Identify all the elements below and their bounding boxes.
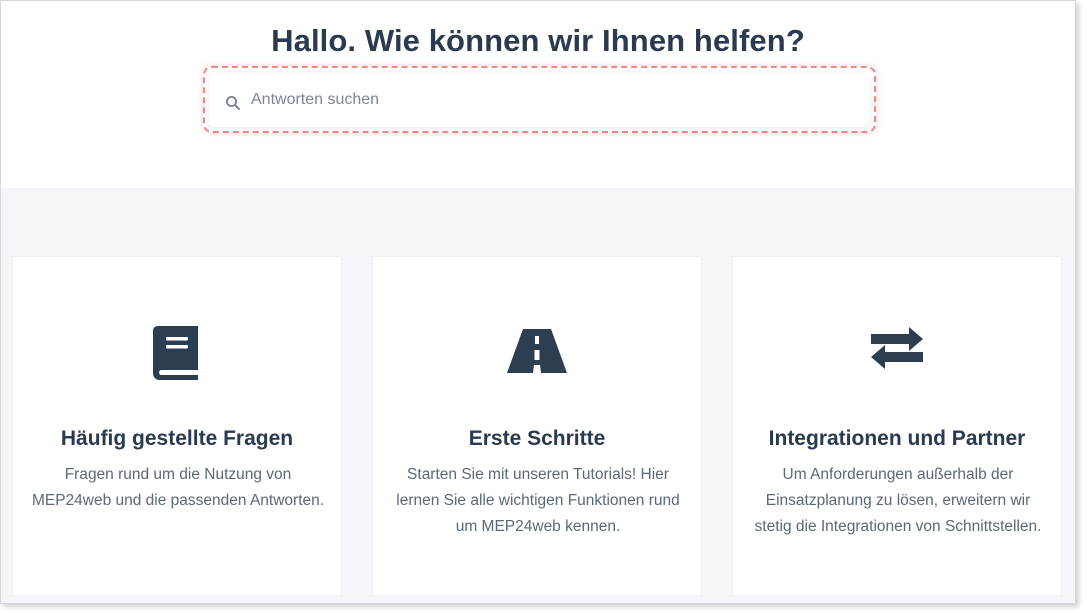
card-integrations[interactable]: Integrationen und Partner Um Anforderung… [732,256,1062,596]
page-title: Hallo. Wie können wir Ihnen helfen? [271,23,805,58]
card-title: Häufig gestellte Fragen [60,427,294,450]
card-description: Fragen rund um die Nutzung von MEP24web … [31,466,325,509]
card-description: Um Anforderungen außerhalb der Einsatzpl… [754,466,1042,535]
card-getting-started[interactable]: Erste Schritte Starten Sie mit unseren T… [372,256,702,596]
road-icon [507,329,567,373]
book-icon [153,326,198,380]
card-title: Erste Schritte [468,427,606,450]
categories-section: Häufig gestellte Fragen Fragen rund um d… [1,188,1075,603]
exchange-arrows-icon [871,327,923,369]
help-center-page: Hallo. Wie können wir Ihnen helfen? Häuf… [0,0,1076,604]
card-faq[interactable]: Häufig gestellte Fragen Fragen rund um d… [12,256,342,596]
card-title: Integrationen und Partner [768,427,1026,450]
search-box[interactable] [209,73,870,127]
search-icon [225,95,240,110]
hero-section: Hallo. Wie können wir Ihnen helfen? [1,1,1075,188]
search-input[interactable] [251,73,851,127]
card-description: Starten Sie mit unseren Tutorials! Hier … [396,466,680,535]
